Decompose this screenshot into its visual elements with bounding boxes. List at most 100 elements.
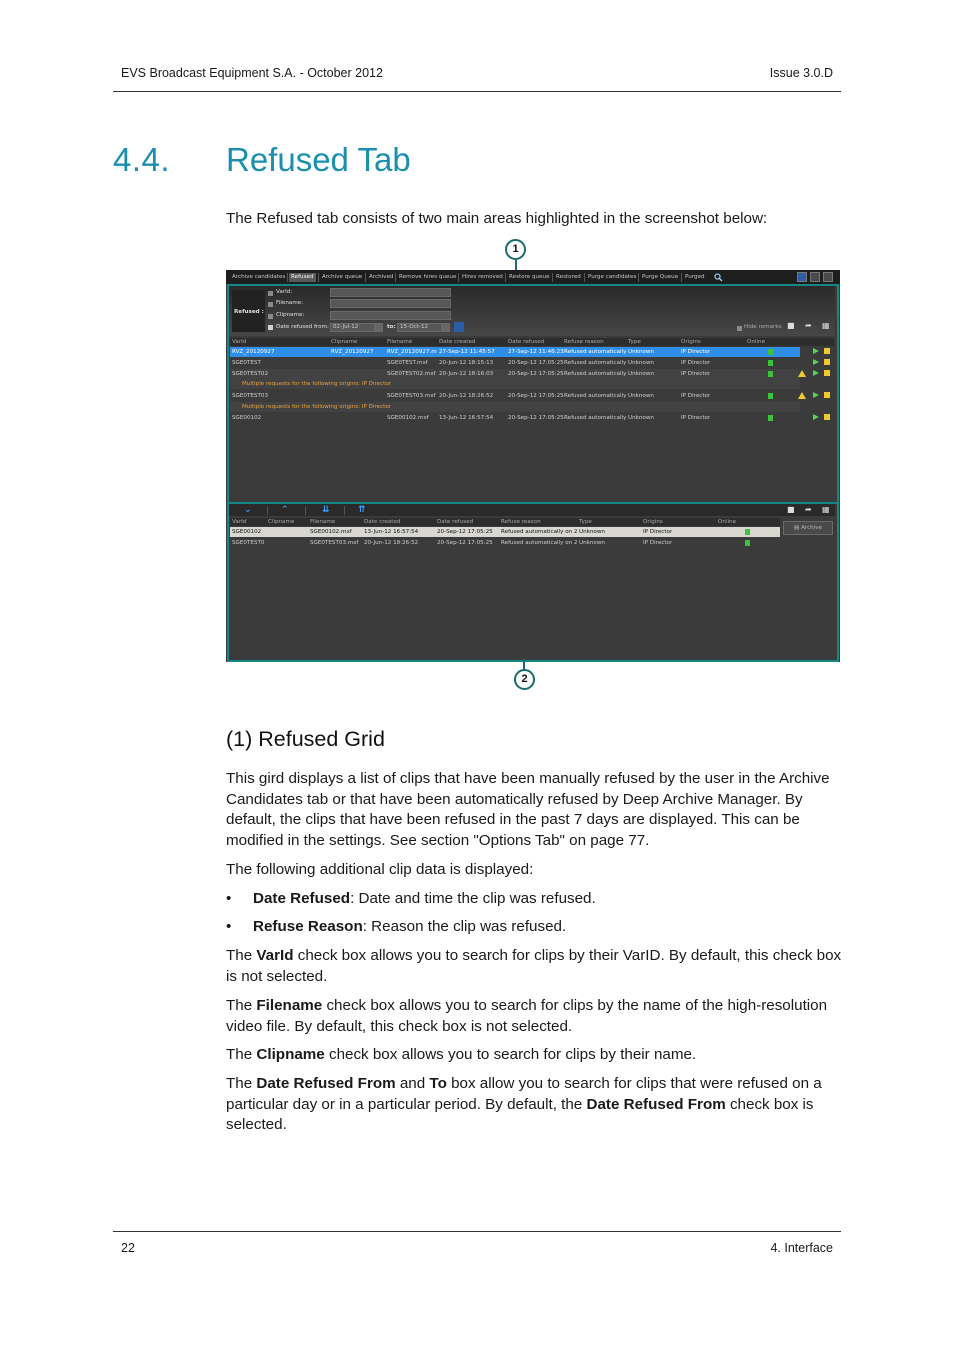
cell-date-refused: 20-Sep-12 17:05:25 xyxy=(508,415,564,421)
col-date-created[interactable]: Date created xyxy=(439,338,475,346)
cell-type: Unknown xyxy=(628,349,654,355)
help-icon[interactable] xyxy=(797,272,807,282)
cell-type: Unknown xyxy=(579,529,605,535)
copy-icon[interactable]: ■ xyxy=(787,504,795,516)
col-filename[interactable]: Filename xyxy=(387,338,412,346)
tab-separator xyxy=(584,273,585,282)
cell-varid: SGE0TEST0 xyxy=(232,540,265,546)
col-type[interactable]: Type xyxy=(579,518,592,526)
tab-refused[interactable]: Refused xyxy=(289,273,316,282)
copy-icon[interactable]: ■ xyxy=(787,320,795,332)
hide-remarks-checkbox[interactable] xyxy=(737,326,742,331)
cell-varid: SGE0TEST03 xyxy=(232,393,269,399)
tab-separator xyxy=(318,273,319,282)
report-icon[interactable]: ▦ xyxy=(822,504,830,516)
page-number: 22 xyxy=(121,1241,135,1255)
col-type[interactable]: Type xyxy=(628,338,641,346)
varid-checkbox[interactable] xyxy=(268,291,273,296)
tab-archived[interactable]: Archived xyxy=(367,273,395,282)
cell-origin: IP Director xyxy=(643,540,673,546)
archive-button[interactable]: ▤ Archive xyxy=(783,521,833,535)
tab-separator xyxy=(505,273,506,282)
tab-archive-queue[interactable]: Archive queue xyxy=(320,273,364,282)
col-varid[interactable]: VarId xyxy=(232,518,246,526)
table-row[interactable]: SGE0TEST SGE0TEST.mxf 20-Jun-12 18:15:13… xyxy=(230,358,800,368)
remark-icon[interactable] xyxy=(824,359,830,365)
tab-remove-hires-queue[interactable]: Remove hires queue xyxy=(397,273,458,282)
col-clipname[interactable]: Clipname xyxy=(268,518,294,526)
col-date-created[interactable]: Date created xyxy=(364,518,400,526)
col-refuse-reason[interactable]: Refuse reason xyxy=(564,338,604,346)
move-top-icon[interactable]: ⇈ xyxy=(358,504,366,516)
tab-restore-queue[interactable]: Restore queue xyxy=(507,273,552,282)
table-row[interactable]: SGE0TEST03 SGE0TEST03.mxf 20-Jun-12 18:2… xyxy=(230,391,800,401)
move-up-icon[interactable]: ⌃ xyxy=(281,504,289,516)
cell-origin: IP Director xyxy=(681,360,711,366)
cell-refuse-reason: Refused automatically xyxy=(564,360,627,366)
move-down-icon[interactable]: ⌄ xyxy=(244,504,252,516)
col-origins[interactable]: Origins xyxy=(643,518,663,526)
col-online[interactable]: Online xyxy=(747,338,765,346)
report-icon[interactable]: ▦ xyxy=(822,320,830,332)
export-icon[interactable]: ➦ xyxy=(805,504,812,516)
date-refused-from-checkbox[interactable] xyxy=(268,325,273,330)
tab-separator xyxy=(287,273,288,282)
section-number: 4.4. xyxy=(113,141,171,178)
table-row[interactable]: SGE0TEST02 SGE0TEST02.mxf 20-Jun-12 18:1… xyxy=(230,369,800,379)
search-button-icon[interactable] xyxy=(454,322,464,332)
varid-input[interactable] xyxy=(330,288,451,297)
cell-date-created: 20-Jun-12 18:26:52 xyxy=(439,393,494,399)
bullet-text: Refuse Reason: Reason the clip was refus… xyxy=(253,918,567,935)
table-row[interactable]: RVZ_20120927 RVZ_20120927 RVZ_20120927.m… xyxy=(230,347,800,357)
col-varid[interactable]: VarId xyxy=(232,338,246,346)
play-icon[interactable] xyxy=(813,370,819,376)
tab-archive-candidates[interactable]: Archive candidates xyxy=(230,273,287,282)
play-icon[interactable] xyxy=(813,414,819,420)
table-row[interactable]: SGE00102 SGE00102.mxf 13-Jun-12 16:57:54… xyxy=(230,413,800,423)
chevron-down-icon[interactable] xyxy=(823,272,833,282)
tab-purge-queue[interactable]: Purge Queue xyxy=(640,273,680,282)
remark-icon[interactable] xyxy=(824,370,830,376)
search-icon[interactable] xyxy=(714,273,723,282)
header-issue: Issue 3.0.D xyxy=(769,66,833,80)
tab-purged[interactable]: Purged xyxy=(683,273,707,282)
paragraph-date-refused: The Date Refused From and To box allow y… xyxy=(226,1075,822,1134)
table-row[interactable]: SGE0TEST0 SGE0TEST03.mxf 20-Jun-12 18:26… xyxy=(230,538,780,548)
play-icon[interactable] xyxy=(813,392,819,398)
remark-icon[interactable] xyxy=(824,392,830,398)
clipname-checkbox[interactable] xyxy=(268,314,273,319)
toolbar-separator xyxy=(267,506,268,515)
col-clipname[interactable]: Clipname xyxy=(331,338,357,346)
note-text: Multiple requests for the following orig… xyxy=(242,404,392,410)
cell-date-refused: 20-Sep-12 17:05:25 xyxy=(437,529,493,535)
export-icon[interactable]: ➦ xyxy=(805,320,812,332)
remark-icon[interactable] xyxy=(824,348,830,354)
remark-icon[interactable] xyxy=(824,414,830,420)
table-row[interactable]: SGE00102 SGE00102.mxf 13-Jun-12 16:57:54… xyxy=(230,527,780,537)
cell-type: Unknown xyxy=(579,540,605,546)
cell-type: Unknown xyxy=(628,360,654,366)
screenshot-refused-tab: Archive candidates Refused Archive queue… xyxy=(226,270,840,662)
cell-origin: IP Director xyxy=(681,415,711,421)
col-online[interactable]: Online xyxy=(718,518,736,526)
tab-purge-candidates[interactable]: Purge candidates xyxy=(586,273,638,282)
col-origins[interactable]: Origins xyxy=(681,338,701,346)
restore-icon[interactable] xyxy=(810,272,820,282)
play-icon[interactable] xyxy=(813,348,819,354)
play-icon[interactable] xyxy=(813,359,819,365)
filename-checkbox[interactable] xyxy=(268,302,273,307)
filename-input[interactable] xyxy=(330,299,451,308)
date-to-input[interactable]: 15-Oct-12 xyxy=(397,323,442,332)
col-refuse-reason[interactable]: Refuse reason xyxy=(501,518,541,526)
col-filename[interactable]: Filename xyxy=(310,518,335,526)
date-from-input[interactable]: 02-Jul-12 xyxy=(330,323,375,332)
col-date-refused[interactable]: Date refused xyxy=(437,518,473,526)
bottom-grid-header: VarId Clipname Filename Date created Dat… xyxy=(230,518,780,526)
date-to-dropdown-icon[interactable] xyxy=(442,323,450,332)
date-from-dropdown-icon[interactable] xyxy=(375,323,383,332)
clipname-input[interactable] xyxy=(330,311,451,320)
tab-hires-removed[interactable]: Hires removed xyxy=(460,273,505,282)
move-bottom-icon[interactable]: ⇊ xyxy=(322,504,330,516)
col-date-refused[interactable]: Date refused xyxy=(508,338,544,346)
tab-restored[interactable]: Restored xyxy=(554,273,583,282)
